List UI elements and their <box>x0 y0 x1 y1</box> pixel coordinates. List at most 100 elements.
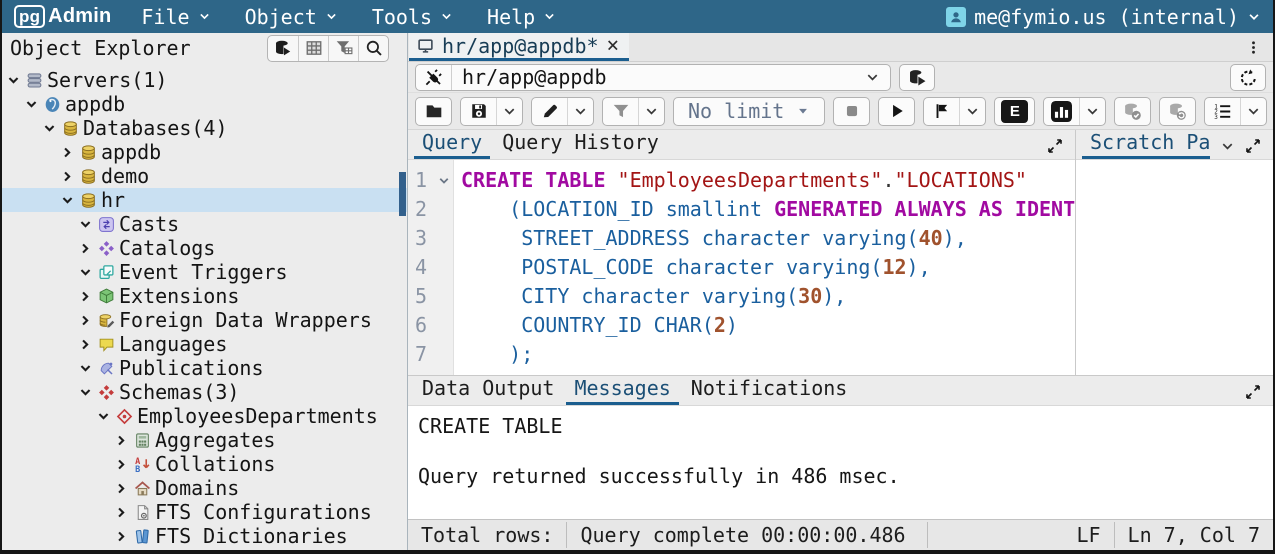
chevron-down-icon[interactable] <box>78 361 93 376</box>
scratch-pad-area[interactable] <box>1076 160 1273 375</box>
tree-item-fts-dictionaries[interactable]: FTS Dictionaries <box>2 524 407 548</box>
chevron-right-icon[interactable] <box>114 433 129 448</box>
tab-notifications[interactable]: Notifications <box>683 376 856 405</box>
filtered-rows-button[interactable] <box>328 36 358 61</box>
chevron-right-icon[interactable] <box>114 481 129 496</box>
edit-options-button[interactable] <box>567 98 593 125</box>
tree-item-schemas-3[interactable]: Schemas(3) <box>2 380 407 404</box>
stop-button[interactable] <box>834 98 869 125</box>
eol-indicator[interactable]: LF <box>1063 520 1113 550</box>
chevron-down-icon[interactable] <box>24 97 39 112</box>
chevron-down-icon[interactable] <box>6 73 21 88</box>
filter-options-button[interactable] <box>638 98 664 125</box>
chevron-down-icon[interactable] <box>42 121 57 136</box>
menu-file[interactable]: File <box>141 5 210 29</box>
rollback-button[interactable] <box>1160 98 1195 125</box>
refresh-button[interactable] <box>1230 64 1266 91</box>
tab-scratch-pad[interactable]: Scratch Pa <box>1082 130 1210 159</box>
connect-database-button[interactable] <box>268 36 298 61</box>
expand-icon[interactable] <box>1245 384 1261 400</box>
fold-chevron-icon[interactable] <box>434 166 454 195</box>
chevron-down-icon[interactable] <box>78 385 93 400</box>
expand-icon[interactable] <box>1245 138 1261 154</box>
search-objects-button[interactable] <box>358 36 388 61</box>
chevron-right-icon[interactable] <box>60 145 75 160</box>
tab-messages[interactable]: Messages <box>566 376 678 405</box>
commit-button[interactable] <box>1115 98 1150 125</box>
explain-button[interactable]: E <box>995 98 1034 125</box>
query-tool-tab[interactable]: hr/app@appdb* × <box>409 33 629 61</box>
filter-button[interactable] <box>603 98 638 125</box>
chevron-down-icon[interactable] <box>78 217 93 232</box>
chevron-right-icon[interactable] <box>60 169 75 184</box>
code-line[interactable]: 1CREATE TABLE "EmployeesDepartments"."LO… <box>408 166 1075 195</box>
tree-item-domains[interactable]: Domains <box>2 476 407 500</box>
tree-item-collations[interactable]: ABCollations <box>2 452 407 476</box>
menu-help[interactable]: Help <box>487 5 556 29</box>
tree-item-casts[interactable]: Casts <box>2 212 407 236</box>
view-table-data-button[interactable] <box>298 36 328 61</box>
macros-button[interactable]: 123 <box>1205 98 1240 125</box>
tree-item-servers-1[interactable]: Servers(1) <box>2 68 407 92</box>
code-line[interactable]: 3 STREET_ADDRESS character varying(40), <box>408 224 1075 253</box>
user-menu[interactable]: me@fymio.us (internal) <box>946 5 1261 29</box>
chevron-down-icon[interactable] <box>60 193 75 208</box>
chevron-right-icon[interactable] <box>78 289 93 304</box>
tree-item-appdb[interactable]: appdb <box>2 140 407 164</box>
cursor-position[interactable]: Ln 7, Col 7 <box>1115 520 1273 550</box>
chevron-down-icon[interactable] <box>1220 139 1235 154</box>
tree-item-foreign-data-wrappers[interactable]: Foreign Data Wrappers <box>2 308 407 332</box>
chevron-right-icon[interactable] <box>78 313 93 328</box>
tree-item-extensions[interactable]: Extensions <box>2 284 407 308</box>
macros-options-button[interactable] <box>1240 98 1266 125</box>
menu-object[interactable]: Object <box>245 5 338 29</box>
chevron-down-icon[interactable] <box>78 265 93 280</box>
execute-button[interactable] <box>879 98 914 125</box>
tab-query[interactable]: Query <box>414 130 490 159</box>
expand-icon[interactable] <box>1047 138 1063 154</box>
chevron-right-icon[interactable] <box>114 505 129 520</box>
tree-item-publications[interactable]: Publications <box>2 356 407 380</box>
code-line[interactable]: 4 POSTAL_CODE character varying(12), <box>408 253 1075 282</box>
tree-item-catalogs[interactable]: Catalogs <box>2 236 407 260</box>
code-line[interactable]: 5 CITY character varying(30), <box>408 282 1075 311</box>
toolbar-group: No limit <box>673 97 825 126</box>
chevron-right-icon[interactable] <box>114 529 129 544</box>
tree-scrollbar[interactable] <box>399 172 406 216</box>
edit-button[interactable] <box>532 98 567 125</box>
tree-item-event-triggers[interactable]: Event Triggers <box>2 260 407 284</box>
tree-item-languages[interactable]: Languages <box>2 332 407 356</box>
explain-options-button[interactable] <box>1079 98 1105 125</box>
tree-item-hr[interactable]: hr <box>2 188 407 212</box>
tab-query-history[interactable]: Query History <box>494 130 667 159</box>
explain-analyze-button[interactable] <box>1044 98 1079 125</box>
kebab-menu-icon[interactable] <box>1234 33 1273 61</box>
tab-data-output[interactable]: Data Output <box>414 376 562 405</box>
code-line[interactable]: 6 COUNTRY_ID CHAR(2) <box>408 311 1075 340</box>
chevron-right-icon[interactable] <box>78 241 93 256</box>
menu-tools[interactable]: Tools <box>372 5 453 29</box>
code-line[interactable]: 7 ); <box>408 340 1075 369</box>
tree-item-demo[interactable]: demo <box>2 164 407 188</box>
code-line[interactable]: 2 (LOCATION_ID smallint GENERATED ALWAYS… <box>408 195 1075 224</box>
row-limit-select[interactable]: No limit <box>674 98 824 125</box>
connection-select[interactable]: hr/app@appdb <box>415 64 891 91</box>
chevron-down-icon[interactable] <box>855 70 890 85</box>
db-icon <box>79 167 97 185</box>
close-icon[interactable]: × <box>607 35 620 56</box>
tree-item-aggregates[interactable]: Aggregates <box>2 428 407 452</box>
execute-script-button[interactable] <box>924 98 959 125</box>
tree-item-employeesdepartments[interactable]: EmployeesDepartments <box>2 404 407 428</box>
save-options-button[interactable] <box>496 98 522 125</box>
chevron-down-icon[interactable] <box>96 409 111 424</box>
tree-item-appdb[interactable]: appdb <box>2 92 407 116</box>
save-button[interactable] <box>461 98 496 125</box>
open-file-button[interactable] <box>416 98 451 125</box>
chevron-right-icon[interactable] <box>114 457 129 472</box>
sql-editor[interactable]: 1CREATE TABLE "EmployeesDepartments"."LO… <box>408 160 1075 375</box>
new-connection-button[interactable] <box>899 64 935 91</box>
tree-item-databases-4[interactable]: Databases(4) <box>2 116 407 140</box>
chevron-right-icon[interactable] <box>78 337 93 352</box>
execute-options-button[interactable] <box>959 98 985 125</box>
tree-item-fts-configurations[interactable]: FTS Configurations <box>2 500 407 524</box>
